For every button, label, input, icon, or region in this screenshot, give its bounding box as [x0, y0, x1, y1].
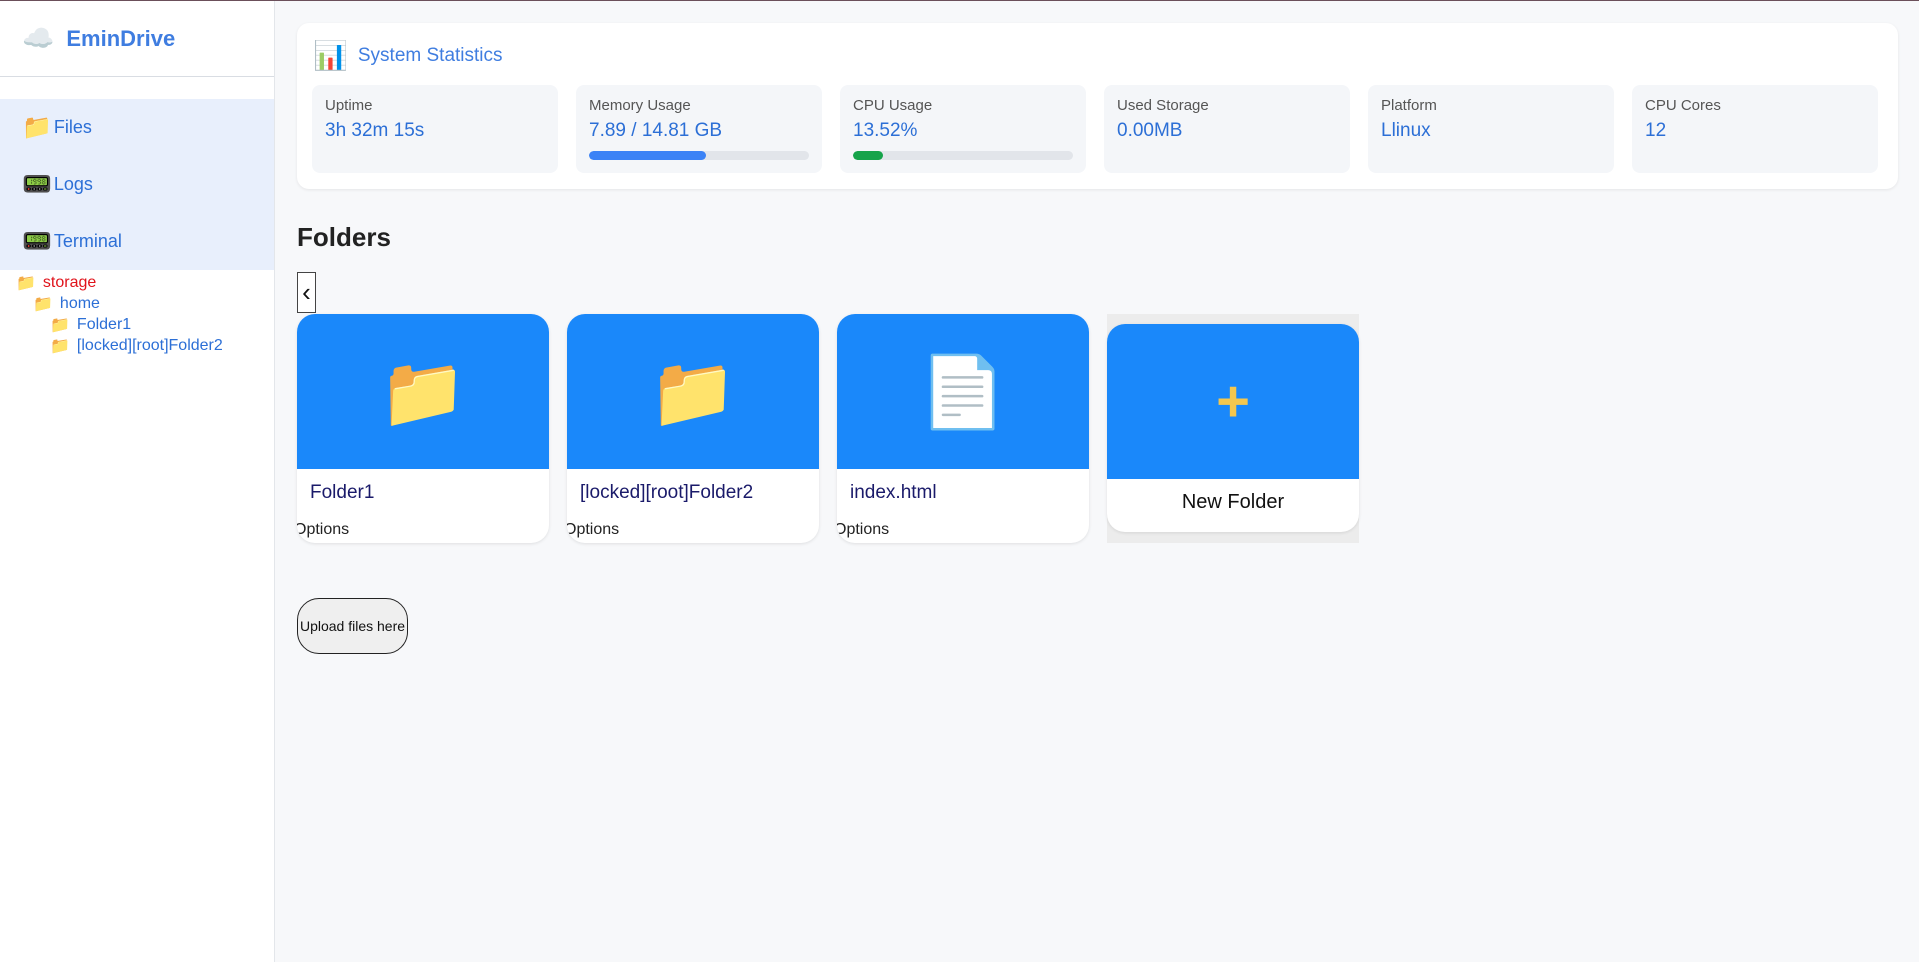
stat-value: Llinux	[1381, 120, 1431, 141]
system-stats-card: 📊 System Statistics Uptime 3h 32m 15s Me…	[297, 23, 1898, 189]
card-name: [locked][root]Folder2	[580, 482, 754, 503]
card-thumbnail: +	[1107, 324, 1359, 479]
stat-label: Memory Usage	[589, 97, 691, 114]
folder-icon: 📁	[16, 274, 36, 292]
folder-icon: 📁	[22, 113, 52, 141]
tree-item-folder1[interactable]: 📁 Folder1	[0, 314, 274, 335]
pager-icon: 📟	[22, 170, 52, 198]
stat-value: 0.00MB	[1117, 120, 1183, 141]
stat-cpu-cores: CPU Cores 12	[1632, 85, 1878, 173]
folder-icon: 📁	[50, 316, 70, 334]
sidebar-item-logs[interactable]: 📟 Logs	[0, 156, 274, 213]
folder-icon: 📁	[50, 337, 70, 355]
cpu-progress-fill	[853, 151, 883, 160]
sidebar-item-label: Files	[53, 117, 92, 137]
tree-item-storage[interactable]: 📁 storage	[0, 272, 274, 293]
stats-header: 📊 System Statistics	[313, 39, 503, 72]
stat-platform: Platform Llinux	[1368, 85, 1614, 173]
back-button[interactable]: ‹	[297, 272, 316, 313]
sidebar-item-label: Terminal	[53, 231, 122, 251]
sidebar-nav: 📁 Files 📟 Logs 📟 Terminal	[0, 99, 274, 270]
folder-card[interactable]: 📁 [locked][root]Folder2 Options	[567, 314, 819, 543]
tree-item-label: Folder1	[76, 315, 132, 333]
card-name: Folder1	[310, 482, 375, 503]
options-button[interactable]: Options	[837, 521, 889, 539]
stat-label: Uptime	[325, 97, 373, 114]
folder-icon: 📁	[33, 295, 53, 313]
stat-value: 3h 32m 15s	[325, 120, 425, 141]
options-button[interactable]: Options	[297, 521, 349, 539]
cpu-progress-bar	[853, 151, 1073, 160]
stat-uptime: Uptime 3h 32m 15s	[312, 85, 558, 173]
sidebar: ☁️ EminDrive 📁 Files 📟 Logs 📟 Terminal 📁…	[0, 1, 275, 962]
new-folder-button[interactable]: + New Folder	[1107, 324, 1359, 532]
tree-item-home[interactable]: 📁 home	[0, 293, 274, 314]
stats-title: System Statistics	[357, 44, 503, 66]
app-name: EminDrive	[66, 25, 176, 51]
stat-boxes: Uptime 3h 32m 15s Memory Usage 7.89 / 14…	[312, 85, 1878, 173]
card-name: index.html	[850, 482, 937, 503]
stat-storage: Used Storage 0.00MB	[1104, 85, 1350, 173]
plus-icon: +	[1216, 368, 1250, 434]
stat-value: 12	[1645, 120, 1667, 141]
file-card[interactable]: 📄 index.html Options	[837, 314, 1089, 543]
sidebar-item-label: Logs	[53, 174, 93, 194]
memory-progress-bar	[589, 151, 809, 160]
folder-card[interactable]: 📁 Folder1 Options	[297, 314, 549, 543]
stat-value: 13.52%	[853, 120, 918, 141]
folder-icon: 📁	[649, 352, 737, 431]
folder-icon: 📁	[379, 352, 467, 431]
main-content: 📊 System Statistics Uptime 3h 32m 15s Me…	[276, 1, 1919, 962]
stat-cpu: CPU Usage 13.52%	[840, 85, 1086, 173]
card-thumbnail: 📁	[297, 314, 549, 469]
document-icon: 📄	[919, 352, 1007, 431]
tree-item-label: storage	[42, 273, 97, 291]
brand[interactable]: ☁️ EminDrive	[0, 1, 274, 77]
pager-icon: 📟	[22, 227, 52, 255]
new-folder-wrapper: + New Folder	[1107, 314, 1359, 543]
tree-item-label: [locked][root]Folder2	[76, 336, 223, 354]
folder-grid: 📁 Folder1 Options 📁 [locked][root]Folder…	[297, 314, 1359, 543]
cloud-icon: ☁️	[22, 23, 55, 53]
options-button[interactable]: Options	[567, 521, 619, 539]
stat-memory: Memory Usage 7.89 / 14.81 GB	[576, 85, 822, 173]
bar-chart-icon: 📊	[313, 40, 348, 71]
sidebar-item-terminal[interactable]: 📟 Terminal	[0, 213, 274, 270]
tree-item-folder2[interactable]: 📁 [locked][root]Folder2	[0, 335, 274, 356]
tree-item-label: home	[59, 294, 100, 312]
new-folder-label: New Folder	[1181, 491, 1285, 513]
stat-label: Platform	[1381, 97, 1437, 114]
stat-label: Used Storage	[1117, 97, 1209, 114]
stat-label: CPU Cores	[1645, 97, 1721, 114]
memory-progress-fill	[589, 151, 707, 160]
folder-tree: 📁 storage 📁 home 📁 Folder1 📁 [locked][ro…	[0, 270, 274, 356]
card-thumbnail: 📁	[567, 314, 819, 469]
card-thumbnail: 📄	[837, 314, 1089, 469]
page-title: Folders	[297, 222, 391, 252]
upload-button[interactable]: Upload files here	[297, 598, 408, 654]
sidebar-item-files[interactable]: 📁 Files	[0, 99, 274, 156]
stat-label: CPU Usage	[853, 97, 933, 114]
stat-value: 7.89 / 14.81 GB	[589, 120, 723, 141]
